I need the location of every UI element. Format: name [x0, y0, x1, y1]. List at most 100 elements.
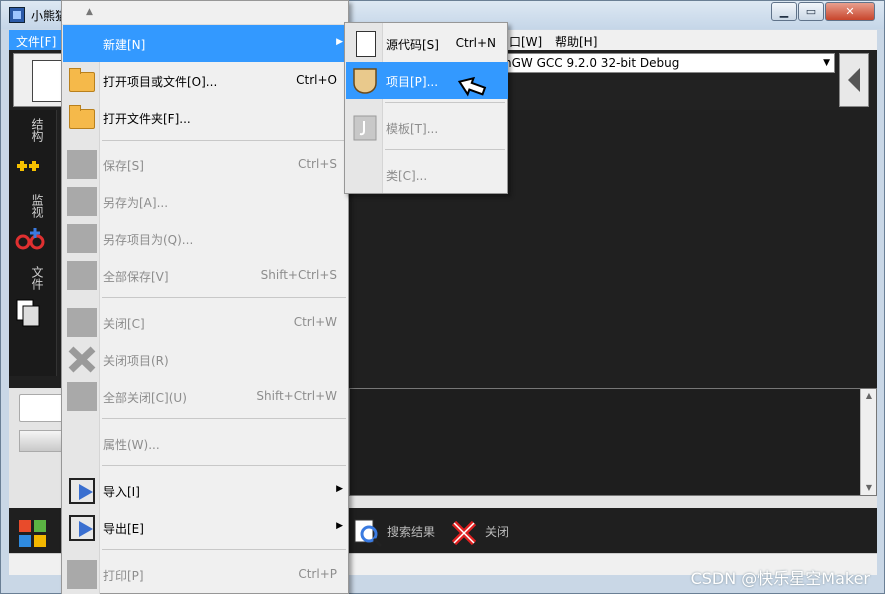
close-window-button[interactable]: ✕	[825, 2, 875, 21]
menu-item-new-class[interactable]: 类[C]...	[346, 156, 508, 193]
menu-scroll-up[interactable]: ▲	[62, 1, 348, 25]
tab-close[interactable]: 关闭	[485, 520, 509, 544]
tab-files[interactable]: 文件	[29, 266, 46, 290]
compiler-select-value: nGW GCC 9.2.0 32-bit Debug	[504, 56, 680, 70]
menu-item-print[interactable]: 打印[P] Ctrl+P	[63, 556, 349, 593]
menu-item-shortcut: Ctrl+O	[296, 73, 337, 87]
chevron-up-icon: ▲	[86, 7, 93, 17]
menu-item-close-project[interactable]: 关闭项目(R)	[63, 341, 349, 378]
tab-search-results[interactable]: 搜索结果	[387, 520, 435, 544]
folder-icon	[67, 66, 97, 95]
import-icon	[67, 476, 97, 505]
app-icon	[9, 7, 25, 23]
menu-item-label: 打开项目或文件[O]...	[103, 75, 218, 89]
new-submenu: 源代码[S] Ctrl+N 项目[P]... 模板[T]... 类[C]...	[344, 22, 508, 194]
menu-item-label: 全部关闭[C](U)	[103, 391, 187, 405]
submenu-arrow-icon: ▶	[336, 484, 343, 494]
output-scrollbar[interactable]: ▲ ▼	[860, 389, 876, 495]
menu-window[interactable]: 口[W]	[509, 33, 542, 50]
new-file-toolbar-button[interactable]	[13, 53, 65, 107]
panel-button[interactable]	[19, 430, 67, 452]
search-results-icon	[353, 518, 383, 551]
chevron-down-icon: ▼	[823, 58, 830, 68]
menu-item-save-all[interactable]: 全部保存[V] Shift+Ctrl+S	[63, 257, 349, 294]
toolbar-scroll-left-button[interactable]	[839, 53, 869, 107]
menu-file[interactable]: 文件[F]	[9, 30, 64, 50]
save-as-icon	[67, 187, 97, 216]
submenu-arrow-icon: ▶	[336, 37, 343, 47]
close-project-icon	[67, 345, 97, 374]
menu-item-close[interactable]: 关闭[C] Ctrl+W	[63, 304, 349, 341]
save-icon	[67, 150, 97, 179]
menu-item-new-template[interactable]: 模板[T]...	[346, 109, 508, 146]
menu-separator	[385, 149, 505, 150]
export-icon	[67, 513, 97, 542]
project-icon	[350, 66, 380, 95]
menu-item-label: 源代码[S]	[386, 38, 439, 52]
menu-item-shortcut: Ctrl+S	[297, 157, 337, 171]
source-file-icon	[350, 29, 380, 58]
menu-item-save[interactable]: 保存[S] Ctrl+S	[63, 146, 349, 183]
menu-item-shortcut: Ctrl+N	[455, 36, 496, 50]
menu-item-label: 导入[I]	[103, 485, 140, 499]
close-panel-icon[interactable]	[449, 518, 479, 551]
panel-field[interactable]	[19, 394, 67, 422]
folder-icon	[67, 103, 97, 132]
menu-item-label: 新建[N]	[103, 38, 146, 52]
menu-item-save-project-as[interactable]: 另存项目为(Q)...	[63, 220, 349, 257]
menu-item-export[interactable]: 导出[E] ▶	[63, 509, 349, 546]
submenu-arrow-icon: ▶	[336, 521, 343, 531]
file-menu: ▲ 新建[N] ▶ 打开项目或文件[O]... Ctrl+O 打开文件夹[F].…	[61, 0, 349, 594]
scroll-up-icon[interactable]: ▲	[861, 389, 877, 403]
menu-item-label: 项目[P]...	[386, 75, 439, 89]
menu-item-label: 导出[E]	[103, 522, 144, 536]
close-file-icon	[67, 308, 97, 337]
menu-help[interactable]: 帮助[H]	[555, 33, 597, 50]
menu-item-label: 保存[S]	[103, 159, 144, 173]
menu-item-label: 关闭项目(R)	[103, 354, 169, 368]
save-all-icon	[67, 261, 97, 290]
output-panel[interactable]: ▲ ▼	[349, 388, 877, 496]
menu-item-close-all[interactable]: 全部关闭[C](U) Shift+Ctrl+W	[63, 378, 349, 415]
menu-separator	[102, 418, 346, 419]
glasses-icon[interactable]	[15, 226, 45, 252]
menu-item-open-project-or-file[interactable]: 打开项目或文件[O]... Ctrl+O	[63, 62, 349, 99]
menu-item-label: 属性(W)...	[103, 438, 160, 452]
close-all-icon	[67, 382, 97, 411]
maximize-button[interactable]: ▭	[798, 2, 824, 21]
menu-item-label: 打开文件夹[F]...	[103, 112, 191, 126]
tab-watch[interactable]: 监视	[29, 194, 46, 218]
save-project-as-icon	[67, 224, 97, 253]
files-icon[interactable]	[15, 298, 45, 327]
add-watch-icon[interactable]	[15, 152, 45, 178]
menu-item-shortcut: Ctrl+W	[293, 315, 337, 329]
minimize-button[interactable]: ▁	[771, 2, 797, 21]
template-icon	[350, 113, 380, 142]
menu-item-new-source[interactable]: 源代码[S] Ctrl+N	[346, 25, 508, 62]
menu-item-save-as[interactable]: 另存为[A]...	[63, 183, 349, 220]
menu-separator	[102, 549, 346, 550]
menu-item-properties[interactable]: 属性(W)...	[63, 425, 349, 462]
menu-item-label: 类[C]...	[386, 169, 428, 183]
menu-item-new[interactable]: 新建[N] ▶	[63, 25, 349, 62]
print-icon	[67, 560, 97, 589]
menu-item-label: 模板[T]...	[386, 122, 439, 136]
menu-item-label: 全部保存[V]	[103, 270, 169, 284]
menu-separator	[102, 297, 346, 298]
menu-item-open-folder[interactable]: 打开文件夹[F]...	[63, 99, 349, 136]
menu-separator	[102, 465, 346, 466]
menu-item-shortcut: Shift+Ctrl+S	[260, 268, 337, 282]
tab-structure[interactable]: 结构	[29, 118, 46, 142]
menu-item-label: 另存项目为(Q)...	[103, 233, 194, 247]
left-panel: 结构 监视 文件	[9, 110, 57, 376]
menu-separator	[102, 140, 346, 141]
scroll-down-icon[interactable]: ▼	[861, 481, 877, 495]
compiler-select[interactable]: nGW GCC 9.2.0 32-bit Debug ▼	[499, 53, 835, 73]
watermark: CSDN @快乐星空Maker	[690, 569, 870, 588]
menu-item-label: 另存为[A]...	[103, 196, 169, 210]
menu-item-shortcut: Ctrl+P	[298, 567, 337, 581]
mouse-cursor-icon	[456, 76, 488, 105]
menu-item-label: 打印[P]	[103, 569, 144, 583]
menu-item-import[interactable]: 导入[I] ▶	[63, 472, 349, 509]
grid-icon[interactable]	[17, 518, 49, 553]
